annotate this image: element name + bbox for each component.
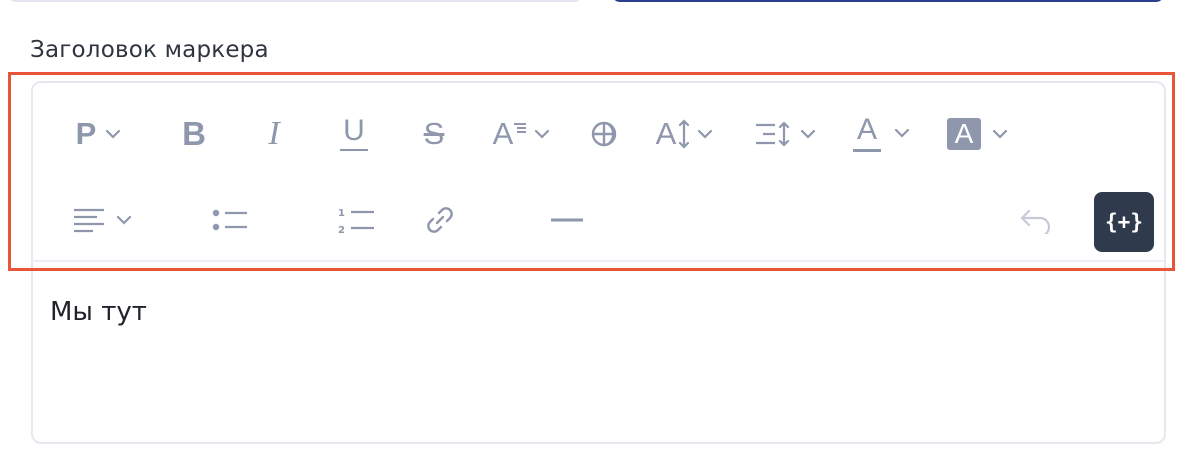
chevron-down-icon: [800, 129, 816, 139]
chevron-down-icon: [535, 129, 550, 139]
chevron-down-icon: [894, 128, 910, 138]
line-height-dropdown[interactable]: [748, 112, 822, 156]
previous-input-field[interactable]: [8, 0, 582, 2]
font-color-dropdown[interactable]: A: [846, 110, 918, 156]
background-color-icon: A: [947, 118, 981, 150]
font-size-dropdown[interactable]: A: [646, 112, 724, 156]
chevron-down-icon: [116, 215, 132, 225]
horizontal-rule-button[interactable]: [544, 198, 590, 242]
font-family-dropdown[interactable]: A: [484, 112, 560, 156]
numbered-list-button[interactable]: 1 2: [332, 198, 380, 242]
chevron-down-icon: [698, 129, 713, 139]
line-height-icon: [756, 121, 790, 147]
toolbar-divider: [32, 260, 1165, 262]
horizontal-rule-icon: [551, 218, 583, 222]
previous-select-field[interactable]: [612, 0, 1164, 2]
editor-content[interactable]: Мы тут: [50, 297, 147, 327]
bold-icon: B: [182, 115, 206, 152]
paragraph-format-icon: P: [75, 116, 97, 151]
underline-icon: U: [343, 113, 365, 147]
font-size-icon: A: [656, 116, 691, 152]
strikethrough-icon: S: [423, 116, 445, 151]
numbered-list-icon: 1 2: [338, 208, 374, 235]
background-color-dropdown[interactable]: A: [940, 112, 1016, 156]
italic-icon: I: [268, 115, 280, 152]
undo-button[interactable]: [1014, 198, 1058, 242]
underline-button[interactable]: U: [332, 110, 376, 156]
bullet-list-icon: [212, 209, 247, 231]
align-icon: [74, 208, 104, 233]
special-characters-icon: [591, 121, 617, 147]
strikethrough-button[interactable]: S: [412, 112, 456, 156]
paragraph-format-dropdown[interactable]: P: [66, 112, 132, 156]
chevron-down-icon: [992, 129, 1008, 139]
align-dropdown[interactable]: [64, 198, 140, 242]
bullet-list-button[interactable]: [206, 198, 254, 242]
svg-text:1: 1: [338, 208, 345, 219]
font-color-icon: A: [853, 114, 881, 152]
special-characters-button[interactable]: [582, 112, 626, 156]
undo-icon: [1020, 209, 1051, 234]
link-button[interactable]: [418, 198, 462, 242]
bold-button[interactable]: B: [172, 112, 216, 156]
italic-button[interactable]: I: [252, 112, 296, 156]
insert-variable-icon: {+}: [1105, 210, 1143, 234]
field-label: Заголовок маркера: [30, 37, 269, 63]
insert-variable-button[interactable]: {+}: [1094, 192, 1154, 252]
font-family-icon: A: [493, 116, 527, 152]
svg-text:2: 2: [338, 225, 345, 235]
link-icon: [427, 207, 453, 233]
chevron-down-icon: [106, 129, 121, 139]
